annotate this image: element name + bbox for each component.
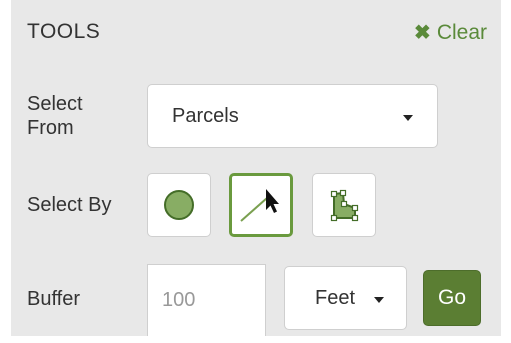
units-value: Feet <box>315 287 356 309</box>
units-dropdown[interactable]: Feet <box>284 266 407 330</box>
panel-title: TOOLS <box>27 20 101 43</box>
caret-down-icon <box>374 297 384 303</box>
clear-label: Clear <box>436 20 487 44</box>
buffer-input[interactable] <box>147 264 266 336</box>
select-from-dropdown[interactable]: Parcels <box>147 84 438 148</box>
tools-panel: TOOLS ✖ Clear Select From Parcels Select… <box>11 0 501 336</box>
close-icon: ✖ <box>414 22 431 44</box>
select-from-label-line1: Select <box>27 93 83 115</box>
buffer-label: Buffer <box>27 288 80 310</box>
select-by-label: Select By <box>27 194 112 216</box>
clear-button[interactable]: ✖ Clear <box>414 20 487 45</box>
select-from-label-line2: From <box>27 117 74 139</box>
line-select-tool-button[interactable] <box>229 173 293 237</box>
polygon-tool-icon <box>330 189 359 222</box>
line-select-tool-icon <box>240 189 279 222</box>
circle-tool-button[interactable] <box>147 173 211 237</box>
select-from-label: Select From <box>27 92 83 140</box>
caret-down-icon <box>403 115 413 121</box>
go-button[interactable]: Go <box>423 270 481 326</box>
select-from-value: Parcels <box>172 105 239 127</box>
polygon-tool-button[interactable] <box>312 173 376 237</box>
circle-tool-icon <box>164 190 194 220</box>
